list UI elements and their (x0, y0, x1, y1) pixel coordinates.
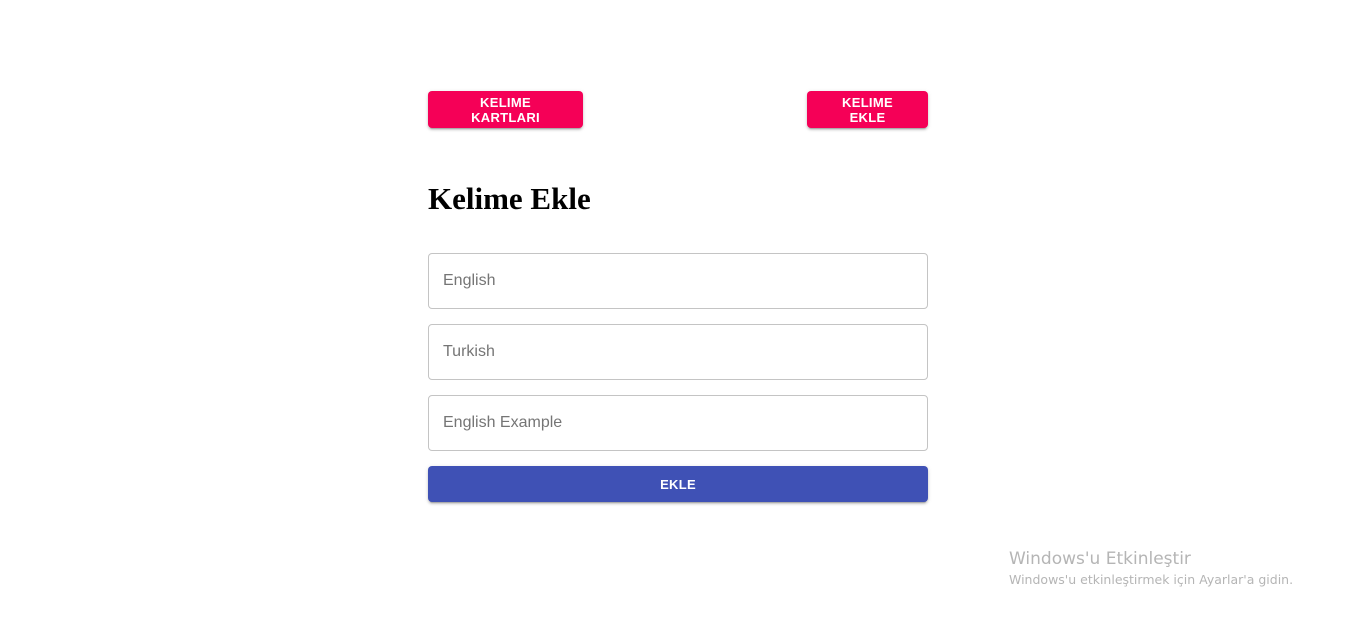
top-nav: KELIME KARTLARI KELIME EKLE (428, 91, 928, 128)
main-container: KELIME KARTLARI KELIME EKLE Kelime Ekle … (428, 91, 928, 502)
add-word-nav-button[interactable]: KELIME EKLE (807, 91, 928, 128)
turkish-input[interactable] (428, 324, 928, 380)
windows-activation-watermark: Windows'u Etkinleştir Windows'u etkinleş… (1009, 547, 1293, 589)
page-title: Kelime Ekle (428, 181, 591, 216)
add-submit-button[interactable]: EKLE (428, 466, 928, 502)
english-example-input[interactable] (428, 395, 928, 451)
watermark-subtitle: Windows'u etkinleştirmek için Ayarlar'a … (1009, 572, 1294, 587)
word-cards-button[interactable]: KELIME KARTLARI (428, 91, 583, 128)
english-input[interactable] (428, 253, 928, 309)
watermark-title: Windows'u Etkinleştir (1009, 549, 1191, 569)
